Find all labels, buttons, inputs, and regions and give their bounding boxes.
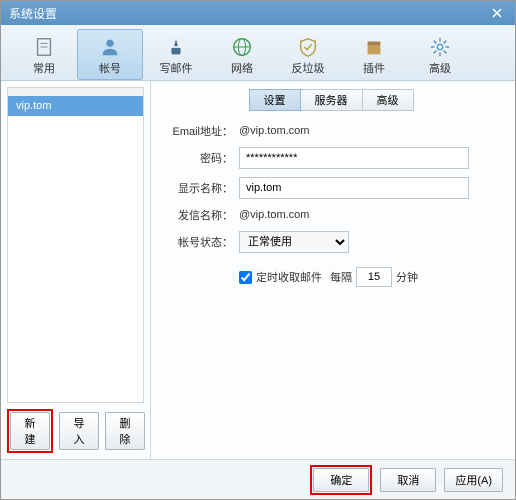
interval-text3: 分钟 (396, 269, 418, 285)
window-title: 系统设置 (9, 5, 487, 22)
tab-label: 写邮件 (160, 60, 193, 76)
globe-icon (231, 36, 253, 58)
new-button[interactable]: 新建 (10, 412, 50, 450)
close-button[interactable] (487, 4, 507, 22)
import-button[interactable]: 导入 (59, 412, 99, 450)
status-label: 帐号状态： (161, 234, 239, 250)
sendername-label: 发信名称： (161, 207, 239, 223)
sidebar-buttons: 新建 导入 删除 (7, 409, 144, 453)
interval-text2: 每隔 (330, 269, 352, 285)
highlight-new: 新建 (7, 409, 53, 453)
shield-check-icon (297, 36, 319, 58)
tab-label: 网络 (231, 60, 253, 76)
subtab-advanced[interactable]: 高级 (363, 89, 414, 111)
email-label: Email地址： (161, 123, 239, 139)
account-item[interactable]: vip.tom (8, 96, 143, 116)
tab-compose[interactable]: 写邮件 (143, 29, 209, 80)
account-list[interactable]: vip.tom (7, 87, 144, 403)
cancel-button[interactable]: 取消 (380, 468, 436, 492)
password-label: 密码： (161, 150, 239, 166)
displayname-input[interactable] (239, 177, 469, 199)
account-sidebar: vip.tom 新建 导入 删除 (1, 81, 151, 459)
sendername-value: @vip.tom.com (239, 209, 309, 221)
ok-button[interactable]: 确定 (313, 468, 369, 492)
row-displayname: 显示名称： (161, 177, 501, 199)
tab-label: 插件 (363, 60, 385, 76)
titlebar: 系统设置 (1, 1, 515, 25)
password-input[interactable] (239, 147, 469, 169)
system-settings-dialog: 系统设置 常用 帐号 写邮件 网络 反垃圾 插件 (0, 0, 516, 500)
email-value: @vip.tom.com (239, 125, 309, 137)
inkwell-icon (165, 36, 187, 58)
tab-label: 高级 (429, 60, 451, 76)
subtab-settings[interactable]: 设置 (249, 89, 301, 111)
tab-common[interactable]: 常用 (11, 29, 77, 80)
displayname-label: 显示名称： (161, 180, 239, 196)
account-item[interactable] (8, 88, 143, 96)
interval-checkbox[interactable] (239, 271, 252, 284)
tab-label: 帐号 (99, 60, 121, 76)
row-interval: 定时收取邮件 每隔 分钟 (239, 267, 501, 287)
gear-icon (429, 36, 451, 58)
row-password: 密码： (161, 147, 501, 169)
apply-button[interactable]: 应用(A) (444, 468, 503, 492)
category-toolbar: 常用 帐号 写邮件 网络 反垃圾 插件 高级 (1, 25, 515, 81)
sub-tabs: 设置 服务器 高级 (161, 89, 501, 111)
highlight-ok: 确定 (310, 465, 372, 495)
box-icon (363, 36, 385, 58)
body-area: vip.tom 新建 导入 删除 设置 服务器 高级 Email地址： @vip… (1, 81, 515, 459)
document-icon (33, 36, 55, 58)
user-icon (99, 36, 121, 58)
row-email: Email地址： @vip.tom.com (161, 123, 501, 139)
subtab-server[interactable]: 服务器 (301, 89, 363, 111)
delete-button[interactable]: 删除 (105, 412, 145, 450)
content-panel: 设置 服务器 高级 Email地址： @vip.tom.com 密码： 显示名称… (151, 81, 515, 459)
status-select[interactable]: 正常使用 (239, 231, 349, 253)
tab-spam[interactable]: 反垃圾 (275, 29, 341, 80)
interval-input[interactable] (356, 267, 392, 287)
tab-advanced[interactable]: 高级 (407, 29, 473, 80)
dialog-footer: 确定 取消 应用(A) (1, 459, 515, 499)
row-sendername: 发信名称： @vip.tom.com (161, 207, 501, 223)
interval-text1: 定时收取邮件 (256, 269, 322, 285)
tab-network[interactable]: 网络 (209, 29, 275, 80)
tab-account[interactable]: 帐号 (77, 29, 143, 80)
tab-label: 常用 (33, 60, 55, 76)
row-status: 帐号状态： 正常使用 (161, 231, 501, 253)
tab-plugin[interactable]: 插件 (341, 29, 407, 80)
tab-label: 反垃圾 (292, 60, 325, 76)
